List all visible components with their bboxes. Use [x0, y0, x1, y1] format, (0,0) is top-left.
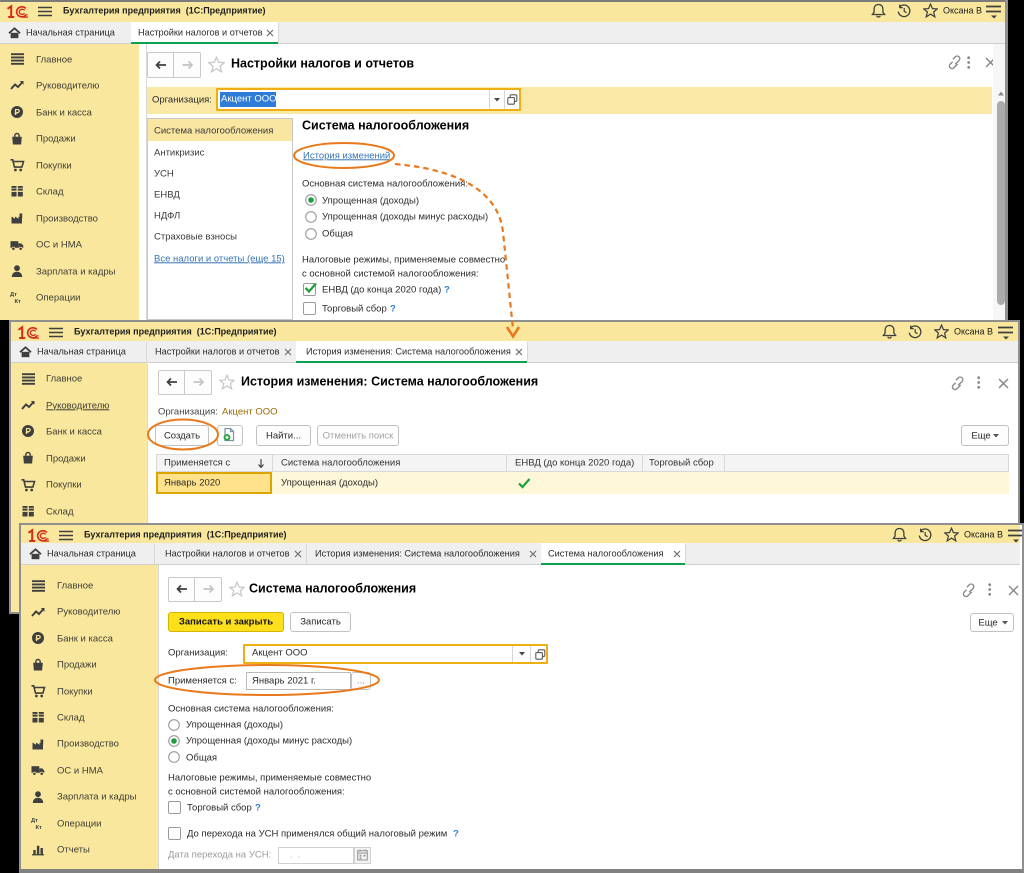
svg-text:P: P [14, 107, 20, 117]
svg-text:Дт: Дт [31, 818, 38, 824]
svg-text:P: P [25, 426, 31, 436]
svg-text:Кт: Кт [36, 825, 43, 831]
svg-text:Кт: Кт [15, 299, 22, 305]
svg-text:P: P [35, 633, 41, 643]
svg-text:Дт: Дт [10, 292, 17, 298]
